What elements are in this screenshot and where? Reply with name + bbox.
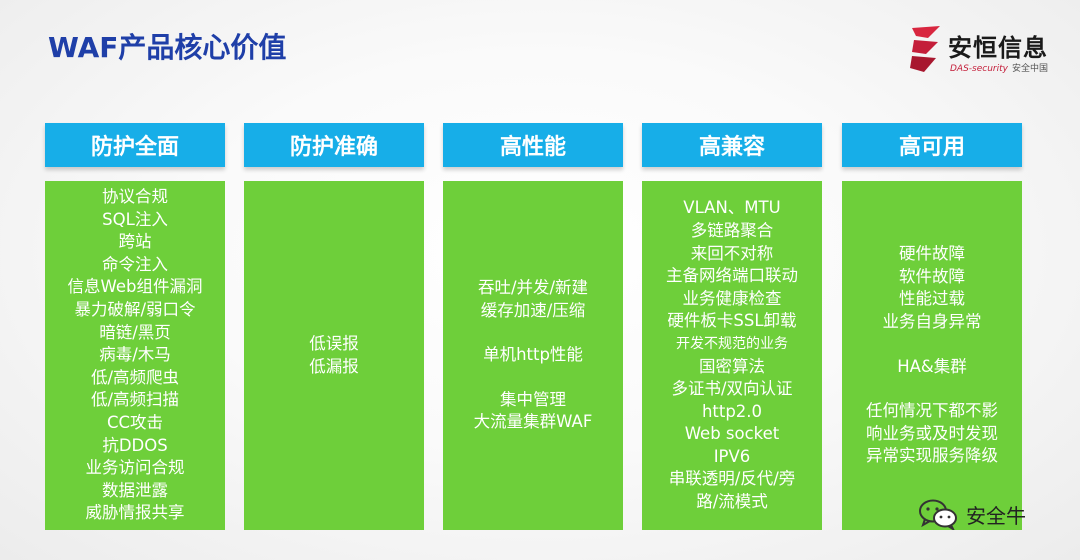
list-item: 威胁情报共享	[85, 503, 185, 523]
list-item: 串联透明/反代/旁	[668, 469, 796, 489]
list-item: VLAN、MTU	[683, 198, 781, 218]
list-item: 响业务或及时发现	[866, 423, 998, 443]
logo-name-en: DAS-security 安全中国	[950, 64, 1048, 74]
list-item: 单机http性能	[483, 345, 583, 365]
list-item: 硬件板卡SSL卸载	[667, 311, 797, 331]
list-item: 集中管理	[500, 389, 566, 409]
list-item: 国密算法	[699, 356, 765, 376]
list-item: 来回不对称	[690, 243, 774, 263]
list-item: 开发不规范的业务	[676, 335, 788, 352]
logo-mark-icon	[910, 26, 940, 72]
list-item: 性能过载	[899, 289, 965, 309]
column-body-comprehensive: 协议合规 SQL注入 跨站 命令注入 信息Web组件漏洞 暴力破解/弱口令 暗链…	[45, 181, 225, 530]
list-item: 软件故障	[899, 266, 965, 286]
list-item: 业务健康检查	[682, 288, 782, 308]
watermark: 安全牛	[918, 498, 1026, 530]
page-title: WAF产品核心价值	[48, 31, 287, 64]
list-item: 低误报	[309, 333, 359, 353]
list-item: 命令注入	[102, 254, 168, 274]
list-item: 低/高频扫描	[90, 390, 180, 410]
column-header-performance: 高性能	[443, 123, 623, 167]
column-header-availability: 高可用	[842, 123, 1022, 167]
list-item: 跨站	[118, 232, 152, 252]
list-item: 异常实现服务降级	[866, 446, 998, 466]
list-item: Web socket	[684, 424, 780, 444]
column-header-compatibility: 高兼容	[642, 123, 822, 167]
list-item: 吞吐/并发/新建	[477, 278, 589, 298]
list-item: 多链路聚合	[690, 220, 774, 240]
column-header-comprehensive: 防护全面	[45, 123, 225, 167]
column-header-accurate: 防护准确	[244, 123, 424, 167]
list-item: 暗链/黑页	[99, 322, 171, 342]
list-item: 路/流模式	[696, 492, 768, 512]
list-item: 任何情况下都不影	[866, 401, 998, 421]
list-item: HA&集群	[897, 356, 967, 376]
list-item: 低/高频爬虫	[90, 367, 180, 387]
list-item: 缓存加速/压缩	[480, 300, 586, 320]
list-item: 病毒/木马	[99, 345, 171, 365]
list-item: 协议合规	[102, 187, 168, 207]
company-logo: 安恒信息 DAS-security 安全中国	[906, 22, 1066, 82]
watermark-text: 安全牛	[966, 503, 1026, 528]
list-item: CC攻击	[106, 412, 164, 432]
list-item: 硬件故障	[899, 244, 965, 264]
list-item: http2.0	[701, 401, 763, 421]
list-item: 信息Web组件漏洞	[67, 277, 203, 297]
list-item: 主备网络端口联动	[666, 266, 798, 286]
list-item: 数据泄露	[102, 480, 168, 500]
list-item: 多证书/双向认证	[671, 379, 793, 399]
list-item: 大流量集群WAF	[473, 412, 593, 432]
list-item: 业务自身异常	[882, 311, 982, 331]
logo-name-cn: 安恒信息	[948, 34, 1048, 62]
list-item: 抗DDOS	[102, 435, 168, 455]
column-body-compatibility: VLAN、MTU 多链路聚合 来回不对称 主备网络端口联动 业务健康检查 硬件板…	[642, 181, 822, 530]
list-item: 暴力破解/弱口令	[74, 300, 196, 320]
list-item: IPV6	[713, 446, 751, 466]
list-item: SQL注入	[102, 209, 168, 229]
column-body-availability: 硬件故障 软件故障 性能过载 业务自身异常 HA&集群 任何情况下都不影 响业务…	[842, 181, 1022, 530]
column-body-performance: 吞吐/并发/新建 缓存加速/压缩 单机http性能 集中管理 大流量集群WAF	[443, 181, 623, 530]
column-body-accurate: 低误报 低漏报	[244, 181, 424, 530]
list-item: 业务访问合规	[85, 458, 185, 478]
list-item: 低漏报	[309, 356, 359, 376]
wechat-icon	[919, 499, 957, 530]
